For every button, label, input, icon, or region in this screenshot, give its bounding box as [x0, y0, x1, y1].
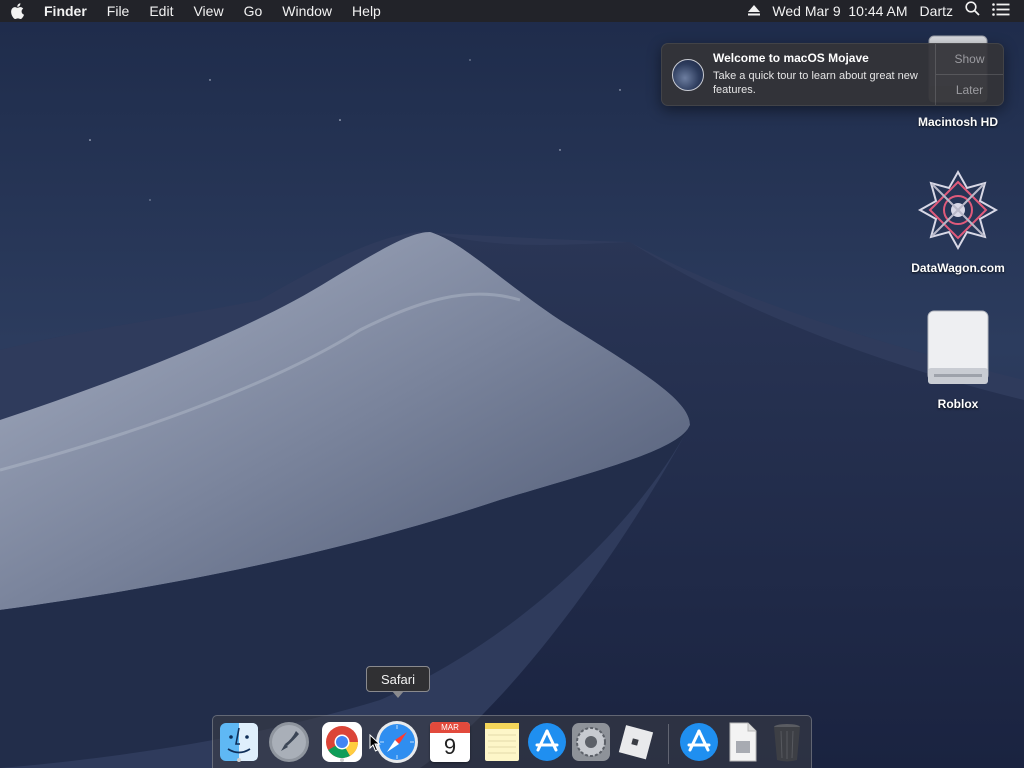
dock-item-app-store[interactable]: [525, 720, 569, 764]
menu-help[interactable]: Help: [342, 0, 391, 22]
desktop-icon-roblox[interactable]: Roblox: [898, 308, 1018, 411]
network-volume-icon: [916, 168, 1000, 257]
dock-item-calendar[interactable]: MAR 9: [428, 720, 472, 764]
list-icon[interactable]: [986, 0, 1016, 22]
menu-view[interactable]: View: [183, 0, 233, 22]
safari-icon: [376, 721, 418, 763]
calendar-day: 9: [443, 734, 457, 759]
app-store-icon: [680, 723, 718, 761]
desktop[interactable]: Finder File Edit View Go Window Help Wed…: [0, 0, 1024, 768]
chrome-icon: [322, 722, 362, 762]
dock-tooltip-label: Safari: [381, 671, 415, 687]
notification-title: Welcome to macOS Mojave: [713, 51, 869, 65]
eject-icon[interactable]: [742, 0, 766, 22]
menu-file[interactable]: File: [97, 0, 140, 22]
running-indicator: [237, 758, 241, 762]
app-store-icon: [528, 723, 566, 761]
system-preferences-icon: [572, 723, 610, 761]
calendar-icon: MAR 9: [430, 722, 470, 762]
menu-bar: Finder File Edit View Go Window Help Wed…: [0, 0, 1024, 22]
dock-item-downloads[interactable]: [677, 720, 721, 764]
tooltip-tail: [392, 691, 404, 698]
user-name[interactable]: Dartz: [914, 0, 959, 22]
running-indicator: [340, 758, 344, 762]
dock-item-finder[interactable]: [217, 720, 261, 764]
dock-item-safari[interactable]: [375, 720, 419, 764]
clock-datetime[interactable]: Wed Mar 9 10:44 AM: [766, 0, 913, 22]
desktop-icon-label: DataWagon.com: [911, 261, 1005, 275]
notification-later-button[interactable]: Later: [936, 74, 1003, 105]
mojave-installer-icon: [672, 59, 704, 91]
document-icon: [729, 722, 757, 762]
calendar-month: MAR: [430, 722, 470, 733]
menu-window[interactable]: Window: [272, 0, 342, 22]
removable-drive-icon: [922, 308, 994, 393]
launchpad-icon: [269, 722, 309, 762]
dock-item-system-preferences[interactable]: [569, 720, 613, 764]
desktop-icon-label: Macintosh HD: [917, 115, 998, 129]
notification-text: Take a quick tour to learn about great n…: [713, 70, 918, 96]
dock-item-roblox[interactable]: [613, 720, 657, 764]
dock-tooltip: Safari: [366, 666, 430, 698]
dock-item-notes[interactable]: [480, 720, 524, 764]
trash-icon: [774, 724, 800, 762]
notes-icon: [485, 723, 519, 761]
notification-banner[interactable]: Welcome to macOS Mojave Take a quick tou…: [661, 43, 1004, 106]
mouse-cursor-icon: [369, 734, 381, 752]
dock-item-trash[interactable]: [765, 720, 809, 764]
dock-item-document[interactable]: [721, 720, 765, 764]
dock: MAR 9: [212, 715, 812, 768]
menu-app-finder[interactable]: Finder: [34, 0, 97, 22]
dock-separator: [668, 724, 669, 764]
dock-item-chrome[interactable]: [320, 720, 364, 764]
finder-icon: [220, 723, 258, 761]
desktop-icon-datawagon[interactable]: DataWagon.com: [898, 168, 1018, 275]
wallpaper: [0, 0, 1024, 768]
notification-show-button[interactable]: Show: [936, 44, 1003, 74]
search-icon[interactable]: [959, 0, 986, 22]
menu-go[interactable]: Go: [234, 0, 273, 22]
apple-logo-icon[interactable]: [0, 3, 34, 19]
roblox-icon: [618, 725, 654, 760]
menu-edit[interactable]: Edit: [139, 0, 183, 22]
dock-item-launchpad[interactable]: [267, 720, 311, 764]
desktop-icon-label: Roblox: [937, 397, 979, 411]
